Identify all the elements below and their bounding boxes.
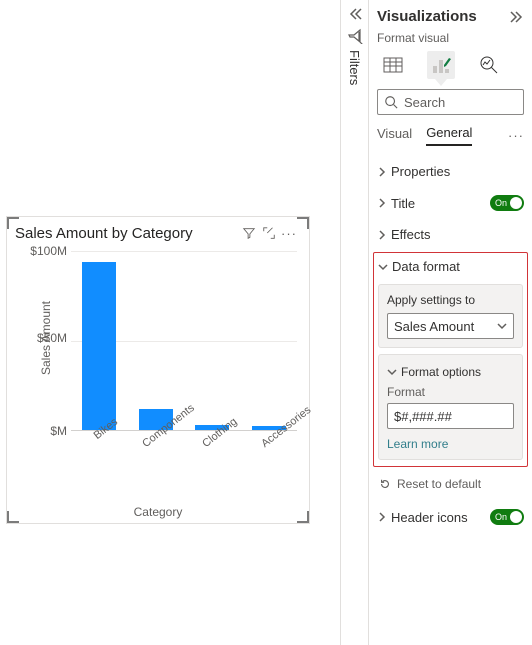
x-tick: Accessories <box>259 416 325 485</box>
header-icons-toggle[interactable]: On <box>490 509 524 525</box>
bar[interactable] <box>82 262 116 430</box>
pane-title: Visualizations <box>377 8 477 25</box>
section-data-format[interactable]: Data format <box>378 257 523 278</box>
x-tick: Components <box>140 416 206 485</box>
section-effects[interactable]: Effects <box>377 219 524 250</box>
tabs-more-icon[interactable]: ··· <box>508 128 524 143</box>
tab-general[interactable]: General <box>426 125 472 146</box>
format-label: Format <box>387 385 514 399</box>
report-canvas[interactable]: Sales Amount by Category ··· Sales Amoun… <box>0 0 340 645</box>
analytics-icon[interactable] <box>475 51 503 79</box>
apply-settings-label: Apply settings to <box>387 293 514 307</box>
data-format-highlight: Data format Apply settings to Sales Amou… <box>373 252 528 467</box>
x-tick-row: BikesComponentsClothingAccessories <box>65 409 303 465</box>
format-options-card: Format options Format $#,###.## Learn mo… <box>378 354 523 460</box>
chart-visual[interactable]: Sales Amount by Category ··· Sales Amoun… <box>6 216 310 524</box>
chevron-right-icon <box>377 512 387 522</box>
x-tick: Clothing <box>200 416 266 485</box>
section-properties[interactable]: Properties <box>377 156 524 187</box>
format-options-header[interactable]: Format options <box>387 365 514 379</box>
chart-plot-area: Sales Amount $100M $50M $M <box>13 245 303 431</box>
x-axis-title: Category <box>7 505 309 519</box>
section-header-icons[interactable]: Header icons On <box>377 501 524 533</box>
more-options-icon[interactable]: ··· <box>279 223 299 243</box>
chevron-down-icon <box>497 321 507 331</box>
section-title[interactable]: Title On <box>377 187 524 219</box>
selection-handle-tr[interactable] <box>297 217 309 229</box>
search-input[interactable]: Search <box>377 89 524 115</box>
reset-to-default[interactable]: Reset to default <box>377 471 524 497</box>
bars-container <box>71 251 297 430</box>
title-toggle[interactable]: On <box>490 195 524 211</box>
apply-settings-dropdown[interactable]: Sales Amount <box>387 313 514 339</box>
chevron-down-icon <box>378 262 388 272</box>
selection-handle-tl[interactable] <box>7 217 19 229</box>
focus-mode-icon[interactable] <box>259 223 279 243</box>
learn-more-link[interactable]: Learn more <box>387 437 514 451</box>
format-visual-icon[interactable] <box>427 51 455 79</box>
chevron-right-icon <box>377 167 387 177</box>
filters-pane-collapsed[interactable]: Filters <box>340 0 368 645</box>
filter-icon[interactable] <box>239 223 259 243</box>
chevron-right-icon <box>377 198 387 208</box>
filters-label: Filters <box>347 50 362 85</box>
pane-subtitle: Format visual <box>377 31 524 51</box>
apply-settings-card: Apply settings to Sales Amount <box>378 284 523 348</box>
chart-title: Sales Amount by Category <box>15 225 239 242</box>
reset-icon <box>379 478 391 490</box>
tab-visual[interactable]: Visual <box>377 126 412 145</box>
filter-icon <box>347 28 363 44</box>
y-tick: $100M <box>30 244 67 258</box>
y-tick: $50M <box>37 331 67 345</box>
format-input[interactable]: $#,###.## <box>387 403 514 429</box>
expand-right-icon[interactable] <box>508 9 524 25</box>
search-icon <box>384 95 398 109</box>
visualizations-pane: Visualizations Format visual Search Visu… <box>368 0 532 645</box>
build-visual-icon[interactable] <box>379 51 407 79</box>
search-placeholder: Search <box>404 95 445 110</box>
chevron-right-icon <box>377 230 387 240</box>
collapse-left-icon <box>347 6 363 22</box>
chevron-down-icon <box>387 367 397 377</box>
x-tick: Bikes <box>81 416 147 485</box>
